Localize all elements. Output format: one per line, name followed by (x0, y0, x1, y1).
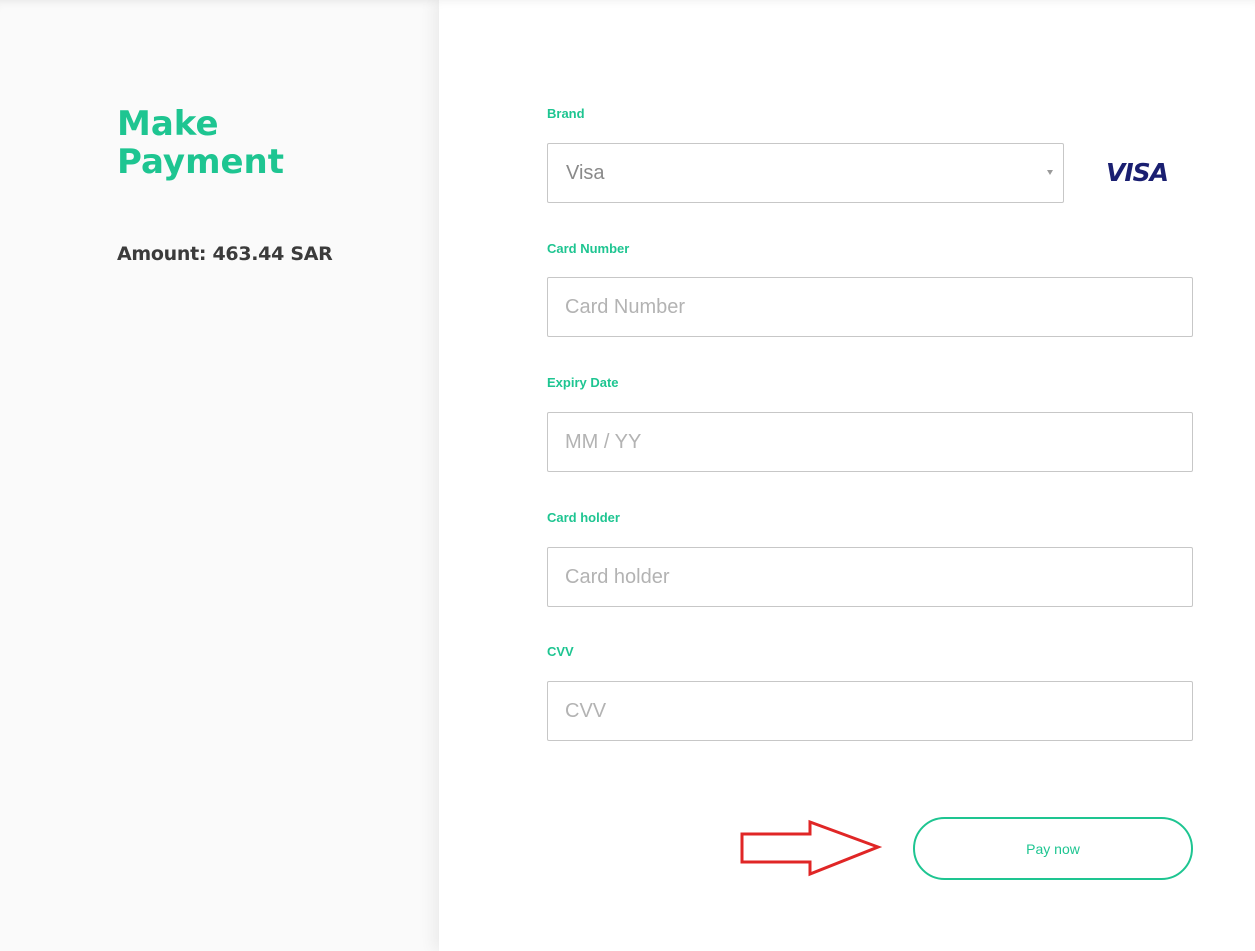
expiry-date-input[interactable] (547, 412, 1193, 472)
card-number-label: Card Number (547, 241, 630, 256)
page-title-line-1: Make (117, 104, 219, 144)
cvv-input[interactable] (547, 681, 1193, 741)
expiry-date-label: Expiry Date (547, 375, 619, 390)
brand-select[interactable]: Visa (547, 143, 1064, 203)
pay-now-button[interactable]: Pay now (913, 817, 1193, 880)
page-title: Make Payment (117, 105, 377, 181)
chevron-down-icon (1047, 170, 1053, 175)
page-title-line-2: Payment (117, 142, 285, 182)
card-number-input[interactable] (547, 277, 1193, 337)
card-holder-input[interactable] (547, 547, 1193, 607)
brand-select-value: Visa (566, 162, 605, 184)
brand-label: Brand (547, 106, 585, 121)
visa-logo-icon: VISA (1106, 158, 1169, 187)
payment-page: Make Payment Amount: 463.44 SAR Brand Vi… (0, 0, 1255, 951)
cvv-label: CVV (547, 644, 574, 659)
right-arrow-icon (740, 819, 883, 877)
summary-panel: Make Payment Amount: 463.44 SAR (0, 0, 439, 951)
card-holder-label: Card holder (547, 510, 620, 525)
amount-text: Amount: 463.44 SAR (117, 243, 333, 265)
